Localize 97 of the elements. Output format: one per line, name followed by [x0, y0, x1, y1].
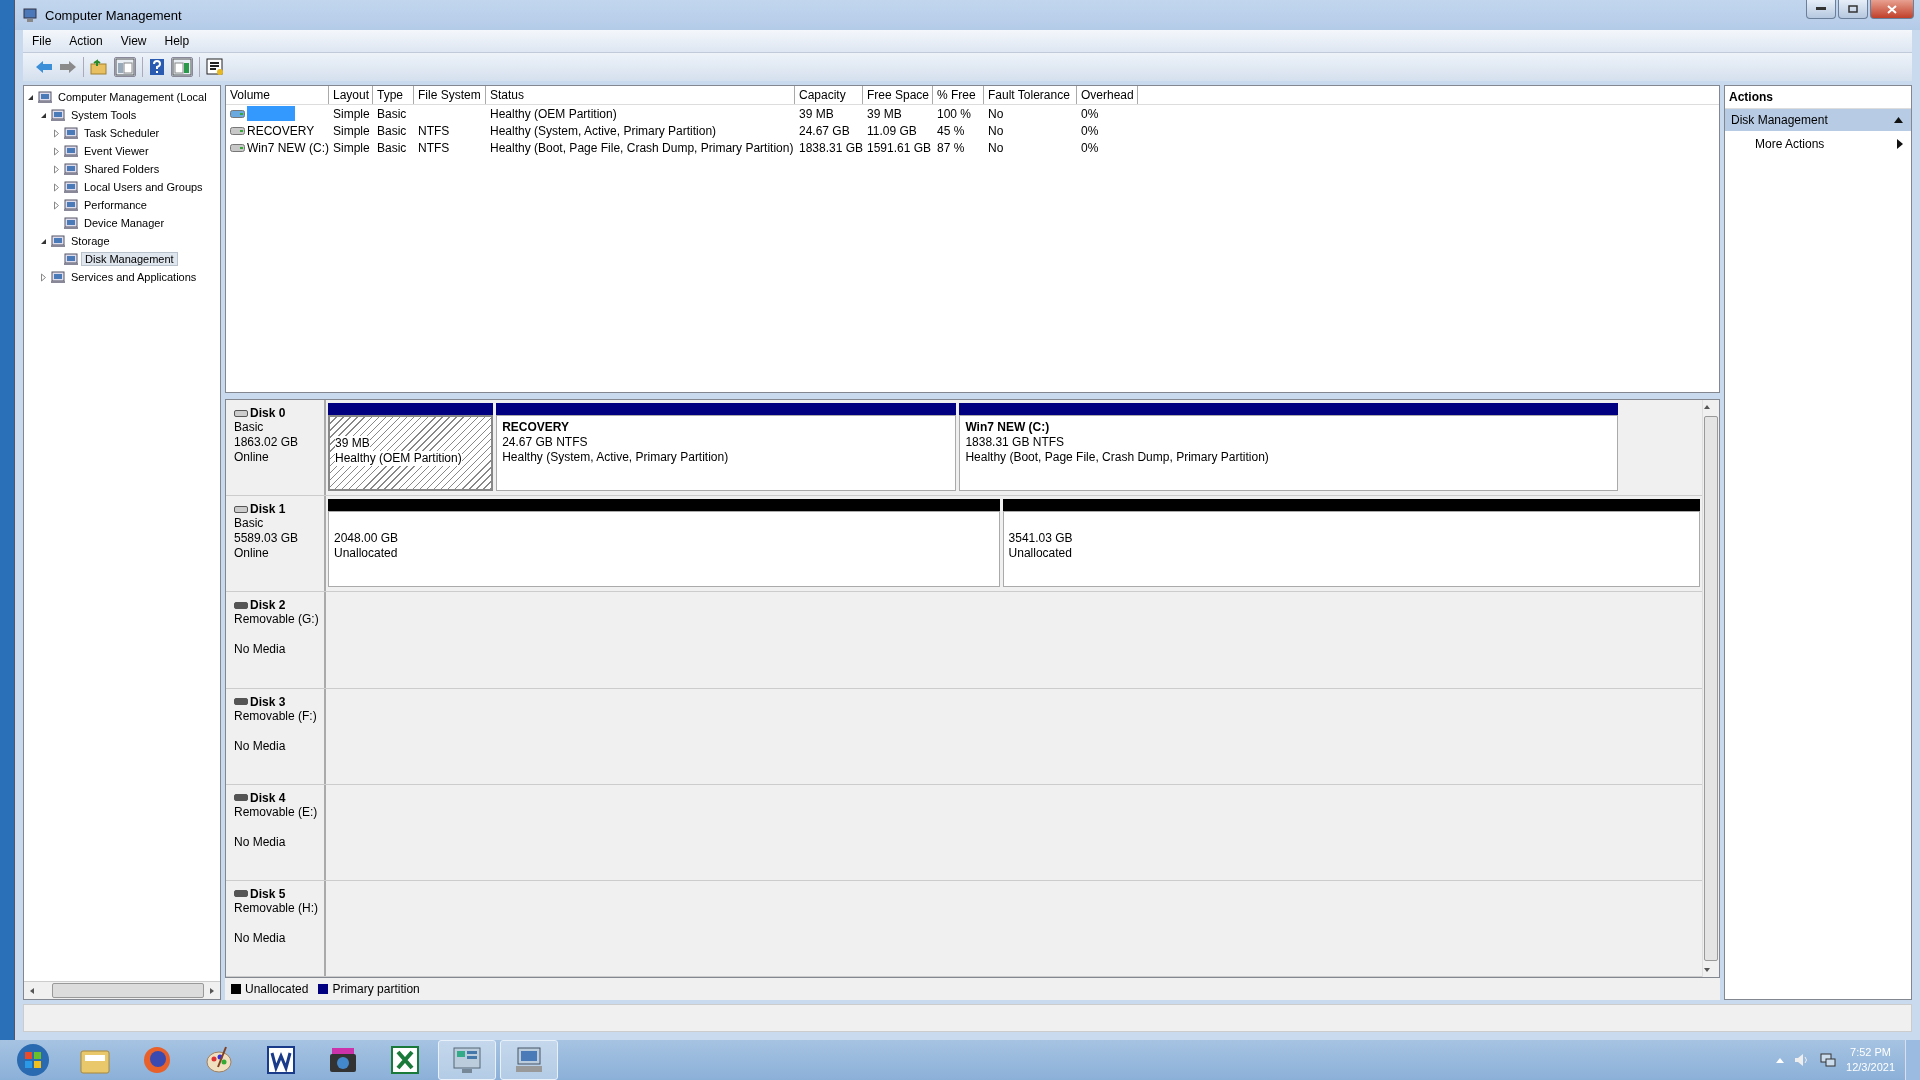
tree-item[interactable]: Task Scheduler — [81, 127, 163, 139]
partition-size: 24.67 GB NTFS — [502, 435, 589, 450]
menu-item[interactable]: Action — [60, 34, 112, 48]
partition-block[interactable]: 39 MB Healthy (OEM Partition) — [328, 415, 494, 491]
column-header[interactable]: % Free — [933, 86, 984, 104]
disk-type: Removable (E:) — [234, 804, 319, 820]
disk-name: Disk 2 — [250, 598, 286, 613]
partition-name: RECOVERY — [502, 420, 571, 435]
tree-item[interactable]: Local Users and Groups — [81, 181, 206, 193]
disk-type: Basic — [234, 516, 265, 532]
disk-type: Removable (F:) — [234, 708, 318, 724]
menu-item[interactable]: View — [111, 34, 156, 48]
partition-block[interactable]: 2048.00 GB Unallocated — [328, 511, 1000, 588]
tree-item[interactable]: Performance — [81, 199, 150, 211]
disk-name: Disk 0 — [250, 406, 286, 420]
table-cell: Healthy (System, Active, Primary Partition) — [490, 123, 717, 138]
table-cell: NTFS — [418, 140, 450, 155]
legend-label: Primary partition — [332, 982, 420, 996]
tree-item[interactable]: System Tools — [68, 109, 140, 121]
table-cell: No — [988, 140, 1004, 155]
partition-name: Win7 NEW (C:) — [965, 420, 1051, 435]
tree-item[interactable]: Services and Applications — [68, 271, 200, 283]
tree-item[interactable]: Shared Folders — [81, 163, 163, 175]
tree-item[interactable]: Device Manager — [81, 217, 168, 229]
table-cell: 39 MB — [867, 106, 902, 121]
tree-item[interactable]: Storage — [68, 235, 113, 247]
table-cell: 0% — [1081, 123, 1099, 138]
table-cell: 45 % — [937, 123, 965, 138]
partition-status: Healthy (System, Active, Primary Partition) — [502, 450, 730, 465]
disk-status: No Media — [234, 642, 287, 658]
table-cell: 24.67 GB — [799, 123, 850, 138]
partition-block[interactable]: Win7 NEW (C:) 1838.31 GB NTFS Healthy (Boot, Page File, Crash Dump, Primary Partition) — [959, 415, 1618, 491]
disk-type: Removable (H:) — [234, 900, 320, 916]
table-cell: Simple — [333, 106, 370, 121]
legend-label: Unallocated — [245, 982, 309, 996]
disk-status: No Media — [234, 738, 287, 754]
partition-block[interactable]: RECOVERY 24.67 GB NTFS Healthy (System, Active, Primary Partition) — [496, 415, 957, 491]
disk-type: Removable (G:) — [234, 612, 320, 628]
partition-status: Unallocated — [1008, 546, 1073, 562]
table-cell: 0% — [1081, 106, 1099, 121]
disk-status: No Media — [234, 930, 287, 946]
table-cell: Simple — [333, 140, 370, 155]
column-header[interactable]: Volume — [226, 86, 329, 104]
table-cell[interactable]: RECOVERY — [247, 123, 315, 138]
column-header[interactable]: Type — [373, 86, 414, 104]
table-cell: No — [988, 106, 1004, 121]
actions-section[interactable]: Disk Management — [1725, 109, 1911, 131]
partition-size: 1838.31 GB NTFS — [965, 435, 1066, 450]
column-header[interactable]: Overhead — [1077, 86, 1138, 104]
table-cell: 1591.61 GB — [867, 140, 932, 155]
tree-item[interactable]: Disk Management — [81, 252, 178, 266]
partition-block[interactable]: 3541.03 GB Unallocated — [1002, 511, 1700, 588]
disk-name: Disk 5 — [250, 886, 286, 901]
table-cell: 39 MB — [799, 106, 834, 121]
column-header[interactable]: Fault Tolerance — [984, 86, 1077, 104]
table-cell: Basic — [377, 106, 407, 121]
table-cell: NTFS — [418, 123, 450, 138]
tree-item[interactable]: Event Viewer — [81, 145, 152, 157]
disk-name: Disk 3 — [250, 694, 286, 709]
table-cell: 1838.31 GB — [799, 140, 864, 155]
table-cell: 11.09 GB — [867, 123, 917, 138]
column-header[interactable]: Free Space — [863, 86, 933, 104]
tree-item[interactable]: Computer Management (Local — [55, 91, 210, 103]
clock-date: 12/3/2021 — [1846, 1060, 1895, 1075]
partition-size: 39 MB — [335, 436, 370, 451]
table-cell: 87 % — [937, 140, 965, 155]
table-cell: No — [988, 123, 1004, 138]
partition-status: Healthy (OEM Partition) — [335, 451, 462, 466]
table-cell: 100 % — [937, 106, 972, 121]
disk-size: 5589.03 GB — [234, 531, 300, 547]
table-cell: 0% — [1081, 140, 1099, 155]
table-cell: Basic — [377, 123, 407, 138]
table-cell: Healthy (Boot, Page File, Crash Dump, Primary Partition) — [490, 140, 794, 155]
column-header[interactable]: Layout — [329, 86, 373, 104]
table-cell[interactable]: Win7 NEW (C:) — [247, 140, 329, 155]
column-header[interactable]: Capacity — [795, 86, 863, 104]
disk-name: Disk 1 — [250, 502, 286, 517]
table-cell: Basic — [377, 140, 407, 155]
window-title: Computer Management — [45, 7, 182, 23]
partition-size: 2048.00 GB — [334, 531, 400, 547]
table-cell: Simple — [333, 123, 370, 138]
disk-status: Online — [234, 450, 270, 465]
column-header[interactable]: File System — [414, 86, 486, 104]
partition-status: Unallocated — [334, 546, 399, 562]
disk-size: 1863.02 GB — [234, 435, 300, 450]
column-header[interactable]: Status — [486, 86, 795, 104]
partition-size: 3541.03 GB — [1008, 531, 1074, 547]
menu-item[interactable]: File — [23, 34, 61, 48]
disk-status: No Media — [234, 834, 287, 850]
disk-status: Online — [234, 546, 270, 562]
menu-item[interactable]: Help — [155, 34, 199, 48]
partition-status: Healthy (Boot, Page File, Crash Dump, Primary Partition) — [965, 450, 1270, 465]
disk-name: Disk 4 — [250, 790, 286, 805]
action-item[interactable]: More Actions — [1725, 131, 1911, 157]
disk-type: Basic — [234, 420, 265, 435]
clock-time: 7:52 PM — [1850, 1045, 1891, 1060]
table-cell: Healthy (OEM Partition) — [490, 106, 617, 121]
